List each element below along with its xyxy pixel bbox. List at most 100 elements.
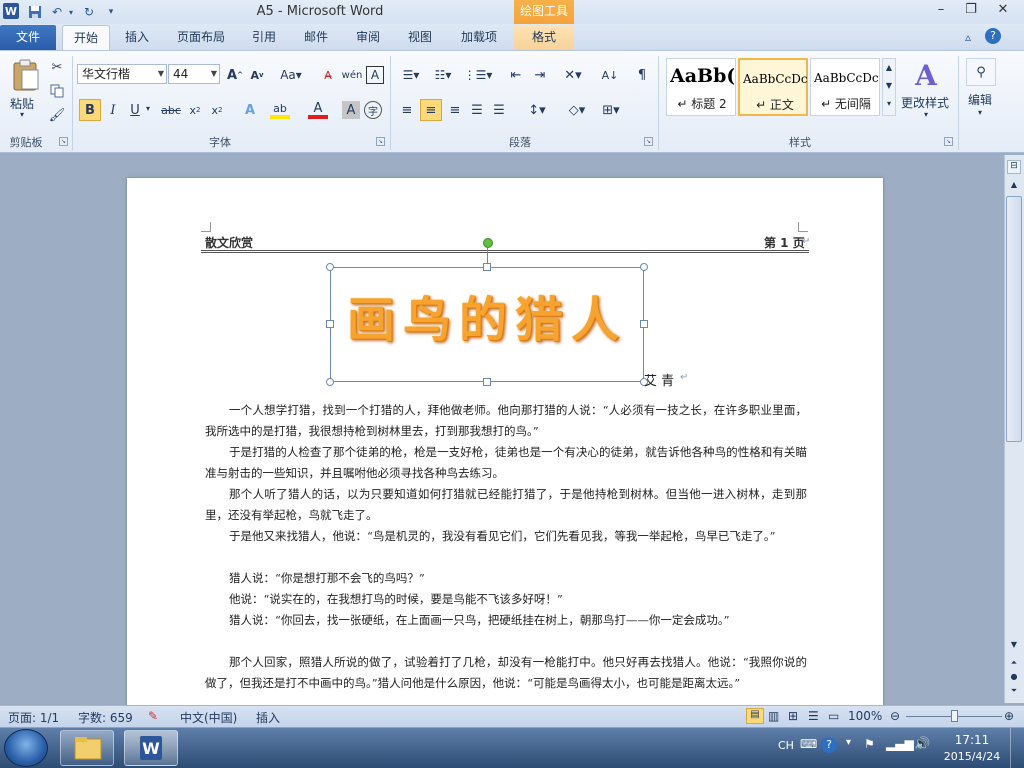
body-paragraph[interactable]: 他说：“说实在的，在我想打鸟的时候，要是鸟能不飞该多好呀！” — [205, 589, 807, 610]
zoom-out-icon[interactable]: ⊖ — [890, 709, 900, 723]
resize-handle-n[interactable] — [483, 263, 491, 271]
resize-handle-e[interactable] — [640, 320, 648, 328]
tab-file[interactable]: 文件 — [0, 25, 56, 50]
font-name-combo[interactable]: 华文行楷 ▼ — [77, 64, 167, 84]
font-color-icon[interactable]: A — [308, 101, 328, 119]
tab-view[interactable]: 视图 — [400, 26, 440, 50]
underline-dropdown-icon[interactable]: ▾ — [146, 104, 150, 113]
cut-icon[interactable]: ✂ — [48, 58, 66, 76]
highlight-color-icon[interactable]: ab — [270, 101, 290, 119]
proofing-icon[interactable]: ✎ — [148, 709, 158, 723]
paragraph-launcher-icon[interactable]: ↘ — [644, 137, 653, 146]
body-paragraph[interactable]: 那个人回家，照猎人所说的做了，试验着打了几枪，却没有一枪能打中。他只好再去找猎人… — [205, 652, 807, 694]
web-layout-icon[interactable]: ⊞ — [788, 709, 798, 723]
text-effects-icon[interactable]: A — [240, 101, 260, 119]
font-size-combo[interactable]: 44 ▼ — [168, 64, 220, 84]
phonetic-guide-icon[interactable]: wén — [342, 66, 363, 84]
insert-mode-indicator[interactable]: 插入 — [256, 709, 280, 726]
author-name[interactable]: 艾 青 — [644, 370, 674, 389]
distributed-icon[interactable]: ☰ — [490, 101, 508, 119]
zoom-level[interactable]: 100% — [848, 709, 882, 723]
editing-dropdown-icon[interactable]: ▾ — [978, 108, 982, 117]
styles-launcher-icon[interactable]: ↘ — [944, 137, 953, 146]
body-paragraph[interactable]: 猎人说：“你是想打那不会飞的鸟吗？” — [205, 568, 807, 589]
copy-icon[interactable] — [48, 82, 66, 100]
align-left-icon[interactable]: ≡ — [398, 101, 416, 119]
paste-icon[interactable] — [8, 56, 44, 94]
minimize-ribbon-icon[interactable]: ▵ — [965, 30, 971, 44]
shading-icon[interactable]: ◇▾ — [564, 101, 590, 119]
body-paragraph[interactable]: 一个人想学打猎，找到一个打猎的人，拜他做老师。他向那打猎的人说：“人必须有一技之… — [205, 400, 807, 442]
next-page-icon[interactable]: ⏷ — [1007, 686, 1021, 700]
close-button[interactable]: ✕ — [990, 2, 1016, 20]
ruler-toggle-icon[interactable]: ⊟ — [1007, 160, 1021, 174]
keyboard-icon[interactable]: ⌨ — [800, 737, 817, 751]
tab-insert[interactable]: 插入 — [116, 26, 158, 50]
explorer-taskbar-icon[interactable] — [60, 730, 114, 766]
zoom-slider-thumb[interactable] — [951, 710, 958, 722]
justify-icon[interactable]: ☰ — [468, 101, 486, 119]
full-screen-reading-icon[interactable]: ▥ — [768, 709, 779, 723]
styles-scroll[interactable]: ▲ ▼ ▾ — [882, 58, 896, 116]
body-paragraph[interactable]: 于是打猎的人检查了那个徒弟的枪，枪是一支好枪，徒弟也是一个有决心的徒弟，就告诉他… — [205, 442, 807, 484]
resize-handle-sw[interactable] — [326, 378, 334, 386]
word-taskbar-icon[interactable]: W — [124, 730, 178, 766]
align-center-icon[interactable]: ≡ — [420, 99, 442, 121]
shrink-font-icon[interactable]: Av — [248, 66, 266, 84]
editing-group-label[interactable]: 编辑 — [968, 91, 992, 108]
numbering-icon[interactable]: ☷▾ — [430, 66, 456, 84]
borders-icon[interactable]: ⊞▾ — [598, 101, 624, 119]
scroll-down-icon[interactable]: ▼ — [1007, 640, 1021, 654]
grow-font-icon[interactable]: A ^ — [226, 66, 244, 84]
header-page-number[interactable]: 第 1 页 — [764, 234, 805, 251]
header-left-text[interactable]: 散文欣赏 — [205, 234, 253, 251]
browse-object-icon[interactable]: ● — [1007, 672, 1021, 686]
wordart-title[interactable]: 画鸟的猎人 — [330, 280, 644, 365]
font-launcher-icon[interactable]: ↘ — [376, 137, 385, 146]
binoculars-icon[interactable]: ⚲ — [966, 58, 996, 86]
change-styles-icon[interactable]: A — [908, 58, 944, 92]
zoom-in-icon[interactable]: ⊕ — [1004, 709, 1014, 723]
clock-time[interactable]: 17:11 — [952, 733, 992, 747]
rotation-handle[interactable] — [483, 238, 493, 248]
decrease-indent-icon[interactable]: ⇤ — [506, 66, 526, 84]
chevron-down-icon[interactable]: ▼ — [158, 65, 164, 83]
change-styles-label[interactable]: 更改样式 — [901, 94, 949, 111]
previous-page-icon[interactable]: ⏶ — [1007, 658, 1021, 672]
align-right-icon[interactable]: ≡ — [446, 101, 464, 119]
word-count[interactable]: 字数: 659 — [78, 709, 133, 726]
clipboard-launcher-icon[interactable]: ↘ — [59, 137, 68, 146]
minimize-button[interactable]: – — [928, 2, 954, 20]
help-icon[interactable]: ? — [985, 28, 1001, 44]
volume-icon[interactable]: 🔊 — [914, 737, 930, 752]
line-spacing-icon[interactable]: ↕▾ — [524, 101, 550, 119]
subscript-button[interactable]: x2 — [186, 101, 204, 119]
scrollbar-thumb[interactable] — [1006, 196, 1022, 442]
underline-button[interactable]: U — [126, 101, 144, 119]
language-indicator[interactable]: 中文(中国) — [180, 709, 237, 726]
sort-icon[interactable]: A↓ — [600, 66, 620, 84]
format-painter-icon[interactable]: 🖌 — [48, 106, 66, 124]
start-button[interactable] — [4, 729, 48, 767]
tray-expand-icon[interactable]: ▾ — [846, 737, 851, 748]
bold-button[interactable]: B — [79, 99, 101, 121]
ime-indicator[interactable]: CH — [778, 739, 794, 752]
restore-button[interactable]: ❐ — [958, 2, 984, 20]
italic-button[interactable]: I — [104, 101, 122, 119]
character-shading-icon[interactable]: A — [342, 101, 360, 119]
page-count[interactable]: 页面: 1/1 — [8, 709, 59, 726]
draft-view-icon[interactable]: ▭ — [828, 709, 839, 723]
network-icon[interactable]: ▂▄▆ — [886, 737, 914, 751]
clear-formatting-icon[interactable]: A̶ — [318, 66, 338, 84]
change-styles-dropdown-icon[interactable]: ▾ — [924, 110, 928, 119]
resize-handle-ne[interactable] — [640, 263, 648, 271]
multilevel-list-icon[interactable]: ⋮☰▾ — [464, 66, 493, 84]
style-normal[interactable]: AaBbCcDc ↵ 正文 — [738, 58, 808, 116]
clock-date[interactable]: 2015/4/24 — [942, 750, 1002, 763]
character-border-icon[interactable]: A — [366, 66, 384, 84]
help-tray-icon[interactable]: ? — [821, 737, 837, 753]
tab-page-layout[interactable]: 页面布局 — [168, 26, 234, 50]
chevron-down-icon[interactable]: ▼ — [211, 65, 217, 83]
outline-view-icon[interactable]: ☰ — [808, 709, 819, 723]
resize-handle-w[interactable] — [326, 320, 334, 328]
